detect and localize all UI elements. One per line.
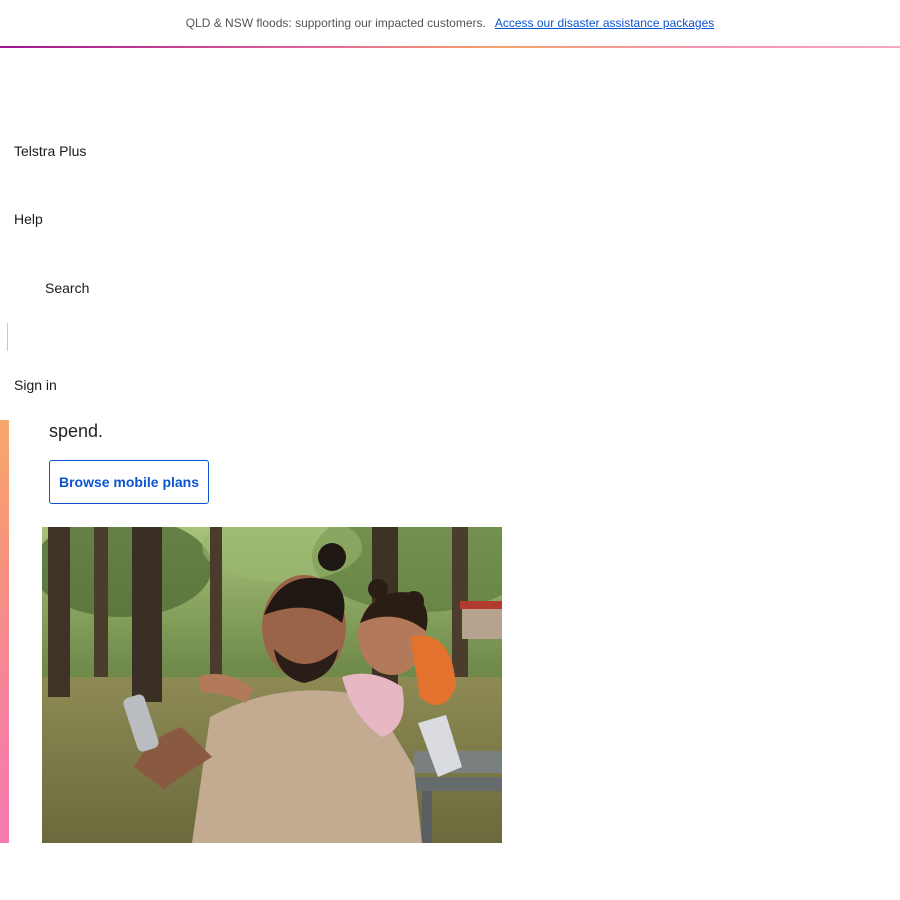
alert-message: QLD & NSW floods: supporting our impacte… [185, 16, 486, 30]
page: QLD & NSW floods: supporting our impacte… [0, 0, 900, 900]
alert-banner: QLD & NSW floods: supporting our impacte… [0, 0, 900, 46]
disaster-assistance-link[interactable]: Access our disaster assistance packages [495, 16, 714, 30]
search-divider [7, 323, 8, 351]
nav-search[interactable]: Search [45, 280, 89, 296]
hero-text: spend. [49, 421, 104, 441]
hero-photo [42, 527, 502, 843]
hero-accent-bar [0, 420, 9, 843]
browse-mobile-plans-button[interactable]: Browse mobile plans [49, 460, 209, 504]
search-icon [18, 281, 32, 295]
header-gradient-divider [0, 46, 900, 48]
hero-photo-illustration [42, 527, 502, 843]
nav-help[interactable]: Help [14, 211, 43, 227]
nav-sign-in[interactable]: Sign in [14, 377, 57, 393]
nav-telstra-plus[interactable]: Telstra Plus [14, 143, 86, 159]
